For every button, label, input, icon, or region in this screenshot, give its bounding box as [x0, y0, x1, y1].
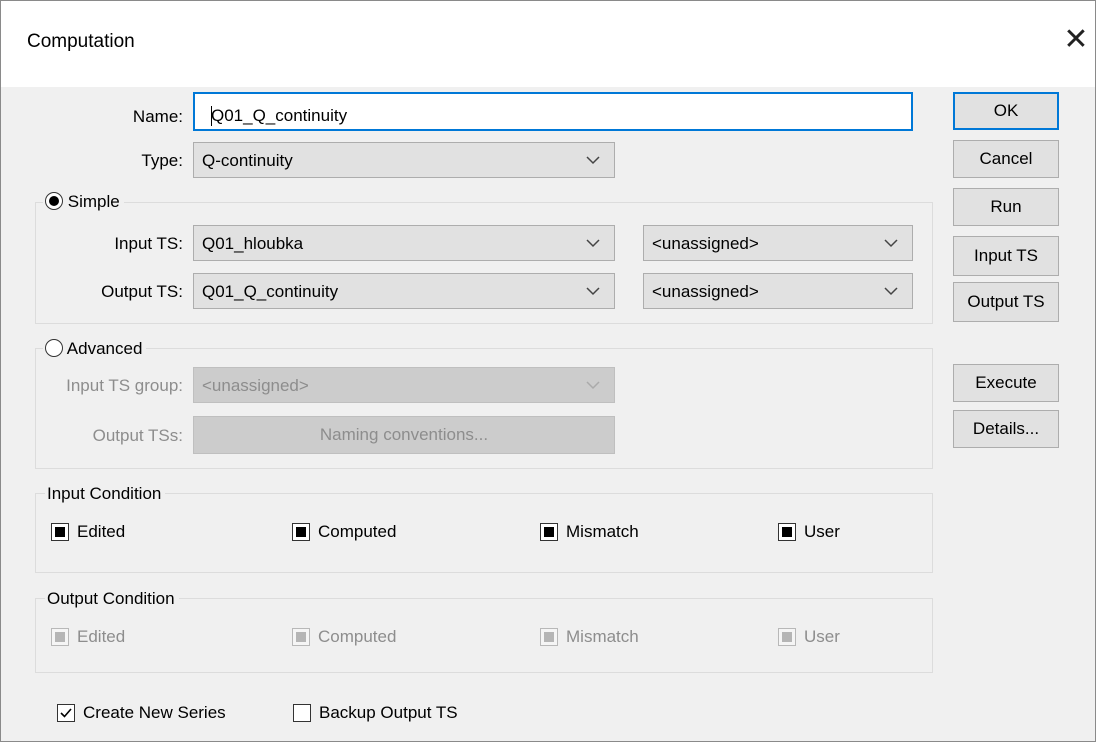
- output-condition-group: [35, 598, 933, 673]
- chevron-down-icon: [586, 381, 600, 390]
- details-button[interactable]: Details...: [953, 410, 1059, 448]
- simple-legend: Simple: [43, 192, 124, 212]
- computation-dialog: Computation ✕ Name: Q01_Q_continuity Typ…: [0, 0, 1096, 742]
- output-condition-title: Output Condition: [45, 589, 179, 609]
- input-condition-title: Input Condition: [45, 484, 166, 504]
- simple-label: Simple: [67, 192, 120, 211]
- chevron-down-icon: [586, 287, 600, 296]
- output-ts-secondary-value: <unassigned>: [652, 282, 759, 301]
- run-button[interactable]: Run: [953, 188, 1059, 226]
- type-label: Type:: [141, 151, 183, 170]
- ok-button[interactable]: OK: [953, 92, 1059, 130]
- execute-label: Execute: [975, 373, 1037, 392]
- ok-label: OK: [993, 101, 1019, 120]
- details-label: Details...: [972, 419, 1040, 438]
- output-user-label: User: [804, 627, 840, 646]
- output-mismatch-label: Mismatch: [566, 627, 639, 646]
- output-mismatch-checkbox[interactable]: [540, 628, 558, 646]
- input-ts-label: Input TS:: [114, 234, 183, 253]
- output-ts-secondary-select[interactable]: <unassigned>: [643, 273, 913, 309]
- chevron-down-icon: [884, 239, 898, 248]
- input-edited-label: Edited: [77, 522, 126, 541]
- output-tss-label: Output TSs:: [92, 426, 183, 445]
- chevron-down-icon: [884, 287, 898, 296]
- run-label: Run: [990, 197, 1022, 216]
- input-ts-value: Q01_hloubka: [202, 234, 304, 253]
- name-label: Name:: [132, 107, 183, 126]
- input-condition-group: [35, 493, 933, 573]
- input-ts-button[interactable]: Input TS: [953, 236, 1059, 276]
- advanced-radio[interactable]: [45, 339, 63, 357]
- cancel-label: Cancel: [979, 149, 1033, 168]
- output-computed-label: Computed: [318, 627, 397, 646]
- input-ts-group-select[interactable]: <unassigned>: [193, 367, 615, 403]
- input-user-checkbox[interactable]: [778, 523, 796, 541]
- text-caret: [211, 106, 212, 126]
- simple-radio[interactable]: [45, 192, 63, 210]
- input-ts-secondary-value: <unassigned>: [652, 234, 759, 253]
- input-ts-group-label: Input TS group:: [66, 376, 183, 395]
- output-ts-button[interactable]: Output TS: [953, 282, 1059, 322]
- input-user-label: User: [804, 522, 840, 541]
- output-user-checkbox[interactable]: [778, 628, 796, 646]
- input-mismatch-label: Mismatch: [566, 522, 639, 541]
- checkmark-icon: [60, 708, 72, 718]
- output-ts-value: Q01_Q_continuity: [202, 282, 339, 301]
- input-ts-select[interactable]: Q01_hloubka: [193, 225, 615, 261]
- create-new-series-checkbox[interactable]: [57, 704, 75, 722]
- output-ts-select[interactable]: Q01_Q_continuity: [193, 273, 615, 309]
- window-title: Computation: [27, 31, 135, 52]
- name-input[interactable]: Q01_Q_continuity: [193, 92, 913, 131]
- input-edited-checkbox[interactable]: [51, 523, 69, 541]
- naming-conventions-label: Naming conventions...: [319, 425, 489, 444]
- input-ts-button-label: Input TS: [974, 246, 1038, 265]
- name-value: Q01_Q_continuity: [211, 106, 348, 125]
- type-value: Q-continuity: [202, 151, 293, 170]
- input-mismatch-checkbox[interactable]: [540, 523, 558, 541]
- advanced-label: Advanced: [66, 339, 143, 358]
- advanced-legend: Advanced: [43, 339, 147, 359]
- input-ts-group-value: <unassigned>: [202, 376, 309, 395]
- title-bar: Computation ✕: [1, 1, 1095, 87]
- output-ts-button-label: Output TS: [967, 292, 1045, 311]
- backup-output-ts-checkbox[interactable]: [293, 704, 311, 722]
- output-computed-checkbox[interactable]: [292, 628, 310, 646]
- chevron-down-icon: [586, 156, 600, 165]
- input-computed-checkbox[interactable]: [292, 523, 310, 541]
- input-ts-secondary-select[interactable]: <unassigned>: [643, 225, 913, 261]
- backup-output-ts-label: Backup Output TS: [319, 703, 458, 722]
- output-ts-label: Output TS:: [101, 282, 183, 301]
- execute-button[interactable]: Execute: [953, 364, 1059, 402]
- create-new-series-label: Create New Series: [83, 703, 226, 722]
- type-select[interactable]: Q-continuity: [193, 142, 615, 178]
- input-computed-label: Computed: [318, 522, 397, 541]
- close-icon[interactable]: ✕: [1059, 23, 1093, 57]
- naming-conventions-button[interactable]: Naming conventions...: [193, 416, 615, 454]
- chevron-down-icon: [586, 239, 600, 248]
- output-edited-checkbox[interactable]: [51, 628, 69, 646]
- cancel-button[interactable]: Cancel: [953, 140, 1059, 178]
- output-edited-label: Edited: [77, 627, 126, 646]
